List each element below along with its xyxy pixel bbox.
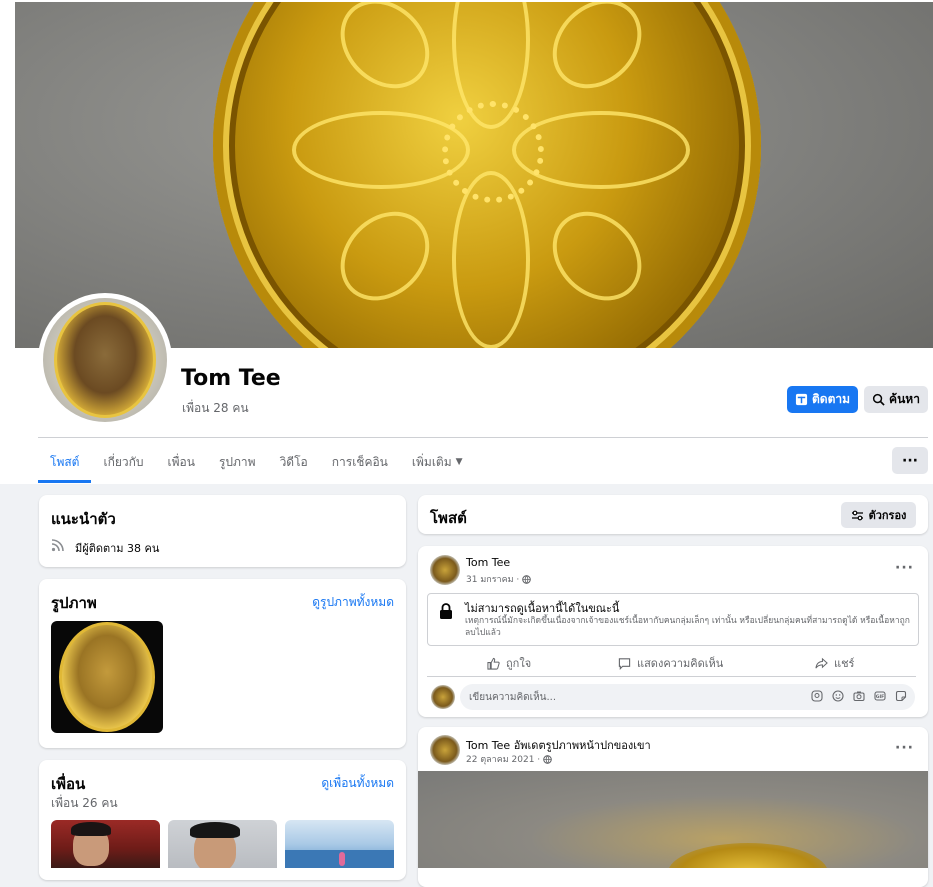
globe-icon [522, 574, 532, 584]
more-dots-icon: ··· [902, 452, 918, 469]
tab-more[interactable]: เพิ่มเติม ▼ [400, 444, 475, 480]
intro-card: แนะนำตัว มีผู้ติดตาม 38 คน [39, 495, 406, 567]
tab-photos[interactable]: รูปภาพ [207, 444, 268, 480]
like-icon [487, 657, 500, 670]
lock-icon [440, 603, 452, 619]
comment-icon [618, 657, 631, 670]
camera-icon[interactable] [853, 690, 865, 702]
post-author-avatar[interactable] [430, 555, 460, 585]
follow-button[interactable]: ติดตาม [787, 386, 858, 413]
post-activity: อัพเดตรูปภาพหน้าปกของเขา [513, 739, 651, 752]
filter-button[interactable]: ตัวกรอง [841, 502, 916, 528]
follow-icon [795, 393, 808, 406]
post-cover-photo[interactable] [418, 771, 928, 868]
friends-title: เพื่อน [51, 775, 86, 793]
posts-header-card: โพสต์ ตัวกรอง [418, 495, 928, 534]
post-options-button[interactable]: ··· [895, 740, 914, 756]
comment-button[interactable]: แสดงความคิดเห็น [618, 654, 723, 672]
tab-friends[interactable]: เพื่อน [156, 444, 207, 480]
tab-checkins[interactable]: การเช็คอิน [320, 444, 400, 480]
profile-more-button[interactable]: ··· [892, 447, 928, 474]
comment-label: แสดงความคิดเห็น [637, 657, 724, 670]
content-unavailable-notice: ไม่สามารถดูเนื้อหานี้ได้ในขณะนี้ เหตุการ… [427, 593, 919, 646]
profile-avatar[interactable] [38, 293, 172, 427]
friend-thumbnail[interactable] [285, 820, 394, 868]
filter-icon [851, 510, 863, 520]
profile-name: Tom Tee [181, 366, 281, 391]
header-divider [38, 437, 928, 438]
share-icon [815, 657, 828, 668]
cover-photo[interactable] [15, 2, 933, 348]
sticker-icon[interactable] [895, 690, 907, 702]
post-date[interactable]: 31 มกราคม · [466, 572, 519, 586]
tab-posts[interactable]: โพสต์ [38, 444, 92, 483]
tab-about[interactable]: เกี่ยวกับ [91, 444, 155, 480]
tab-videos[interactable]: วิดีโอ [268, 444, 320, 480]
followers-count[interactable]: มีผู้ติดตาม 38 คน [75, 539, 159, 557]
comment-input[interactable]: เขียนความคิดเห็น... GIF [460, 684, 915, 710]
profile-tabs: โพสต์ เกี่ยวกับ เพื่อน รูปภาพ วิดีโอ การ… [38, 444, 475, 484]
post-meta: 31 มกราคม · [466, 572, 532, 586]
posts-title: โพสต์ [430, 509, 467, 527]
profile-friends-count[interactable]: เพื่อน 28 คน [182, 399, 249, 418]
friend-thumbnail[interactable] [51, 820, 160, 868]
filter-label: ตัวกรอง [868, 509, 907, 522]
see-all-photos-link[interactable]: ดูรูปภาพทั้งหมด [312, 593, 394, 612]
tab-more-label: เพิ่มเติม [411, 454, 452, 469]
post-author-avatar[interactable] [430, 735, 460, 765]
see-all-friends-link[interactable]: ดูเพื่อนทั้งหมด [321, 774, 394, 793]
post-date[interactable]: 22 ตุลาคม 2021 · [466, 752, 540, 766]
follow-label: ติดตาม [811, 392, 851, 406]
friend-thumbnail[interactable] [168, 820, 277, 868]
notice-body: เหตุการณ์นี้มักจะเกิดขึ้นเนื่องจากเจ้าขอ… [465, 616, 910, 638]
emoji-icon[interactable] [832, 690, 844, 702]
post-meta: 22 ตุลาคม 2021 · [466, 752, 552, 766]
post-options-button[interactable]: ··· [895, 560, 914, 576]
search-label: ค้นหา [889, 392, 920, 406]
like-label: ถูกใจ [506, 657, 532, 670]
post-author-name[interactable]: Tom Tee [466, 739, 510, 752]
photos-card: รูปภาพ ดูรูปภาพทั้งหมด [39, 579, 406, 748]
like-button[interactable]: ถูกใจ [487, 654, 531, 672]
photos-title: รูปภาพ [51, 594, 97, 612]
post-author-name[interactable]: Tom Tee [466, 556, 510, 569]
caret-down-icon: ▼ [455, 457, 463, 467]
svg-text:GIF: GIF [876, 694, 885, 700]
rss-icon [51, 539, 64, 552]
photo-thumbnail[interactable] [51, 621, 163, 733]
gif-icon[interactable]: GIF [874, 690, 886, 702]
comment-placeholder: เขียนความคิดเห็น... [469, 691, 557, 703]
globe-icon [543, 754, 552, 764]
search-button[interactable]: ค้นหา [864, 386, 928, 413]
intro-title: แนะนำตัว [51, 510, 116, 528]
search-icon [872, 393, 885, 406]
share-label: แชร์ [834, 657, 855, 670]
cover-coin-image [213, 2, 761, 348]
commenter-avatar[interactable] [431, 685, 455, 709]
actions-divider [427, 676, 916, 677]
share-button[interactable]: แชร์ [815, 654, 854, 672]
friends-count: เพื่อน 26 คน [51, 796, 118, 810]
avatar-sticker-icon[interactable] [811, 690, 823, 702]
